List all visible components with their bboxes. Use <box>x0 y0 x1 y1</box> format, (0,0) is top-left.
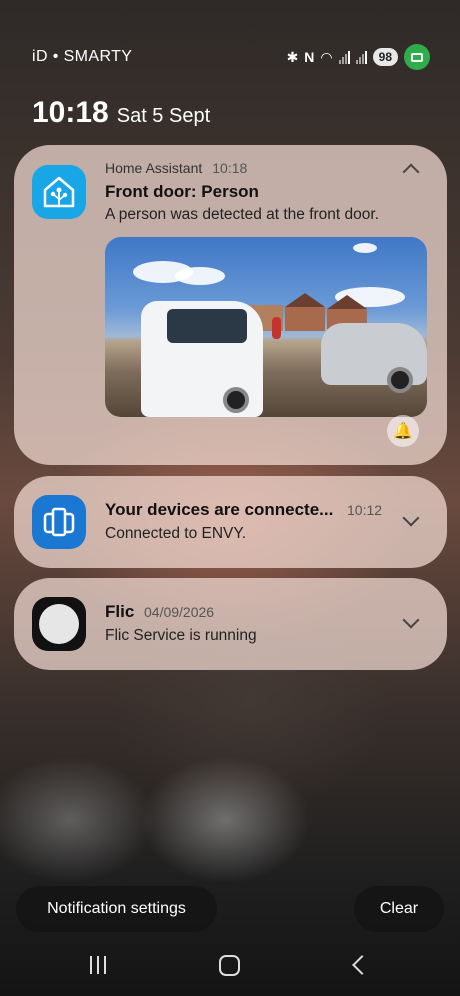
notification-time: 04/09/2026 <box>144 604 215 620</box>
expand-chevron-icon[interactable] <box>402 509 420 527</box>
back-icon[interactable] <box>352 955 372 975</box>
flic-icon <box>32 597 86 651</box>
clear-button[interactable]: Clear <box>354 886 444 932</box>
nfc-icon: N <box>304 49 315 65</box>
notification-settings-button[interactable]: Notification settings <box>16 886 217 932</box>
notification-body: A person was detected at the front door. <box>105 206 380 223</box>
wifi-icon: ◠ <box>320 48 333 65</box>
notification-body: Flic Service is running <box>105 627 257 644</box>
lockscreen-clock-row: 10:18 Sat 5 Sept <box>32 96 210 130</box>
clock-time: 10:18 <box>32 96 109 129</box>
recent-apps-icon[interactable] <box>90 956 106 974</box>
notification-title: Flic <box>105 602 135 621</box>
notification-body: Connected to ENVY. <box>105 525 247 542</box>
home-assistant-icon <box>32 165 86 219</box>
collapse-chevron-icon[interactable] <box>402 163 420 181</box>
notification-home-assistant[interactable]: Home Assistant 10:18 Front door: Person … <box>14 145 447 465</box>
navigation-bar <box>0 948 460 984</box>
doorbell-camera-snapshot[interactable] <box>105 237 427 417</box>
carrier-label: iD • SMARTY <box>32 48 133 65</box>
notification-title: Your devices are connecte... <box>105 500 334 519</box>
screen-recorder-icon[interactable] <box>404 44 430 70</box>
notification-title: Front door: Person <box>105 182 259 201</box>
signal-icon <box>338 50 350 64</box>
home-icon[interactable] <box>219 955 240 976</box>
clock-date: Sat 5 Sept <box>116 105 211 127</box>
notification-time: 10:12 <box>347 502 383 518</box>
notification-flic[interactable]: Flic 04/09/2026 Flic Service is running <box>14 578 447 670</box>
phone-link-icon <box>32 495 86 549</box>
battery-badge: 98 <box>372 48 398 66</box>
notification-time: 10:18 <box>212 160 248 176</box>
notification-meta: Home Assistant 10:18 <box>105 160 247 176</box>
expand-chevron-icon[interactable] <box>402 611 420 629</box>
notification-devices-connected[interactable]: Your devices are connecte... 10:12 Conne… <box>14 476 447 568</box>
signal-icon <box>355 50 367 64</box>
status-bar: iD • SMARTY ✱ N ◠ 98 <box>32 44 430 70</box>
snooze-bell-icon[interactable]: 🔔 <box>387 415 419 447</box>
status-icons: ✱ N ◠ 98 <box>287 44 430 70</box>
app-name: Home Assistant <box>105 160 203 176</box>
bluetooth-icon: ✱ <box>286 48 299 65</box>
